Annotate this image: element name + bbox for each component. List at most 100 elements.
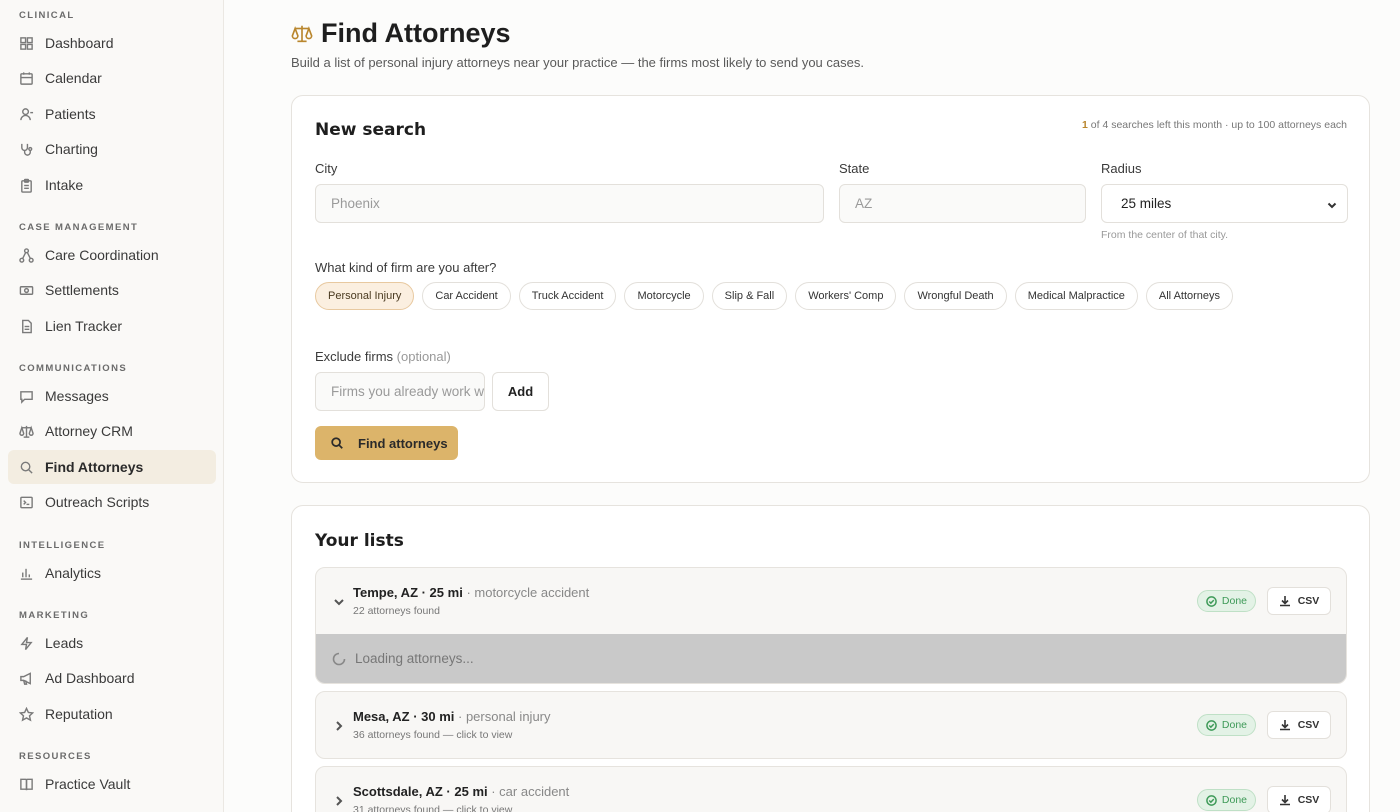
list-item[interactable]: Scottsdale, AZ · 25 mi · car accident 31… [315,766,1347,812]
chip-slip-and-fall[interactable]: Slip & Fall [711,282,788,310]
chevron-right-icon [336,796,343,806]
page-title: Find Attorneys [291,18,511,49]
sidebar-item-practice-vault[interactable]: Practice Vault [8,767,216,801]
sidebar-item-lien-tracker[interactable]: Lien Tracker [8,309,216,343]
find-attorneys-button[interactable]: Find attorneys [315,426,458,460]
radius-hint: From the center of that city. [1101,229,1229,241]
chip-medical-malpractice[interactable]: Medical Malpractice [1014,282,1138,310]
radius-value: 25 miles [1121,196,1172,211]
grid-icon [19,36,34,51]
sidebar-item-patients[interactable]: Patients [8,97,216,131]
chip-car-accident[interactable]: Car Accident [422,282,511,310]
sidebar-item-label: Charting [45,141,98,157]
sidebar-item-label: Lien Tracker [45,318,123,334]
city-input[interactable] [315,184,824,223]
sidebar-item-label: Analytics [45,565,102,581]
sidebar-item-calendar[interactable]: Calendar [8,61,216,95]
sidebar-item-attorney-crm[interactable]: Attorney CRM [8,414,216,448]
user-icon [19,107,34,122]
status-text: Done [1221,595,1247,607]
csv-download-button[interactable]: CSV [1267,587,1331,615]
sidebar-item-dashboard[interactable]: Dashboard [8,26,216,60]
sidebar-item-label: Find Attorneys [45,459,144,475]
status-badge: Done [1196,590,1256,612]
radius-select[interactable]: 25 miles [1101,184,1348,223]
sidebar-item-label: Leads [45,635,84,651]
sidebar-item-messages[interactable]: Messages [8,379,216,413]
list-item-kind: · motorcycle accident [466,585,590,600]
lightning-icon [19,636,34,651]
chip-all-attorneys[interactable]: All Attorneys [1145,282,1234,310]
firm-kind-label: What kind of firm are you after? [315,260,497,275]
status-text: Done [1221,794,1247,806]
document-icon [19,319,34,334]
sidebar-item-label: Settlements [45,282,119,298]
chip-motorcycle[interactable]: Motorcycle [624,282,704,310]
section-label-resources: Resources [19,751,92,762]
page-title-text: Find Attorneys [321,18,511,48]
search-icon [19,460,34,475]
check-circle-icon [1206,719,1217,731]
sidebar-item-label: Patients [45,106,96,122]
sidebar-item-care-coordination[interactable]: Care Coordination [8,238,216,272]
sidebar-item-label: Outreach Scripts [45,494,150,510]
star-icon [19,706,34,722]
sidebar-item-label: Dashboard [45,35,114,51]
list-item-count: 31 attorneys found — click to view [353,804,513,812]
stethoscope-icon [19,142,34,157]
list-item-kind: · personal injury [458,709,551,724]
scales-icon [19,424,34,439]
csv-label: CSV [1297,595,1320,607]
chip-truck-accident[interactable]: Truck Accident [518,282,617,310]
section-label-communications: Communications [19,363,128,374]
sidebar-item-settlements[interactable]: Settlements [8,273,216,307]
spinner-icon [332,652,346,665]
loading-row: Loading attorneys... [316,634,1346,683]
check-circle-icon [1206,595,1217,607]
csv-label: CSV [1297,719,1320,731]
money-icon [19,283,34,298]
add-exclude-button[interactable]: Add [492,372,549,411]
chip-wrongful-death[interactable]: Wrongful Death [904,282,1007,310]
list-item[interactable]: Mesa, AZ · 30 mi · personal injury 36 at… [315,691,1347,759]
csv-download-button[interactable]: CSV [1267,711,1331,739]
exclude-firms-input[interactable] [315,372,485,411]
download-icon [1279,596,1290,607]
quota-text: of 4 searches left this month · up to 10… [1090,119,1347,131]
sidebar-item-charting[interactable]: Charting [8,132,216,166]
list-item-header[interactable]: Mesa, AZ · 30 mi · personal injury 36 at… [316,692,1346,758]
loading-text: Loading attorneys... [355,651,474,666]
list-item-kind: · car accident [491,784,570,799]
city-label: City [315,161,338,176]
exclude-label: Exclude firms (optional) [315,349,451,364]
sidebar-item-analytics[interactable]: Analytics [8,556,216,590]
sidebar-item-ad-dashboard[interactable]: Ad Dashboard [8,661,216,695]
state-input[interactable] [839,184,1086,223]
find-attorneys-label: Find attorneys [358,435,448,451]
state-label: State [839,161,870,176]
sidebar-item-leads[interactable]: Leads [8,626,216,660]
csv-download-button[interactable]: CSV [1267,786,1331,812]
sidebar-item-find-attorneys[interactable]: Find Attorneys [8,450,216,484]
book-icon [19,777,34,792]
sidebar-item-label: Messages [45,388,109,404]
list-item-header[interactable]: Scottsdale, AZ · 25 mi · car accident 31… [316,767,1346,812]
chip-personal-injury[interactable]: Personal Injury [315,282,415,310]
script-icon [19,495,34,510]
download-icon [1279,720,1290,731]
list-item: Tempe, AZ · 25 mi · motorcycle accident … [315,567,1347,684]
chip-workers-comp[interactable]: Workers' Comp [795,282,897,310]
csv-label: CSV [1297,794,1320,806]
sidebar-item-intake[interactable]: Intake [8,168,216,202]
bar-chart-icon [19,566,34,581]
sidebar-item-label: Reputation [45,706,113,722]
sidebar-item-outreach-scripts[interactable]: Outreach Scripts [8,485,216,519]
check-circle-icon [1206,794,1217,806]
sidebar-item-reputation[interactable]: Reputation [8,697,216,731]
list-item-place: Tempe, AZ · 25 mi [353,585,463,600]
search-quota: 1 of 4 searches left this month · up to … [1082,119,1347,131]
list-item-header[interactable]: Tempe, AZ · 25 mi · motorcycle accident … [316,568,1346,634]
section-label-clinical: Clinical [19,10,75,21]
list-item-place: Mesa, AZ · 30 mi [353,709,455,724]
new-search-card: New search 1 of 4 searches left this mon… [291,95,1370,483]
